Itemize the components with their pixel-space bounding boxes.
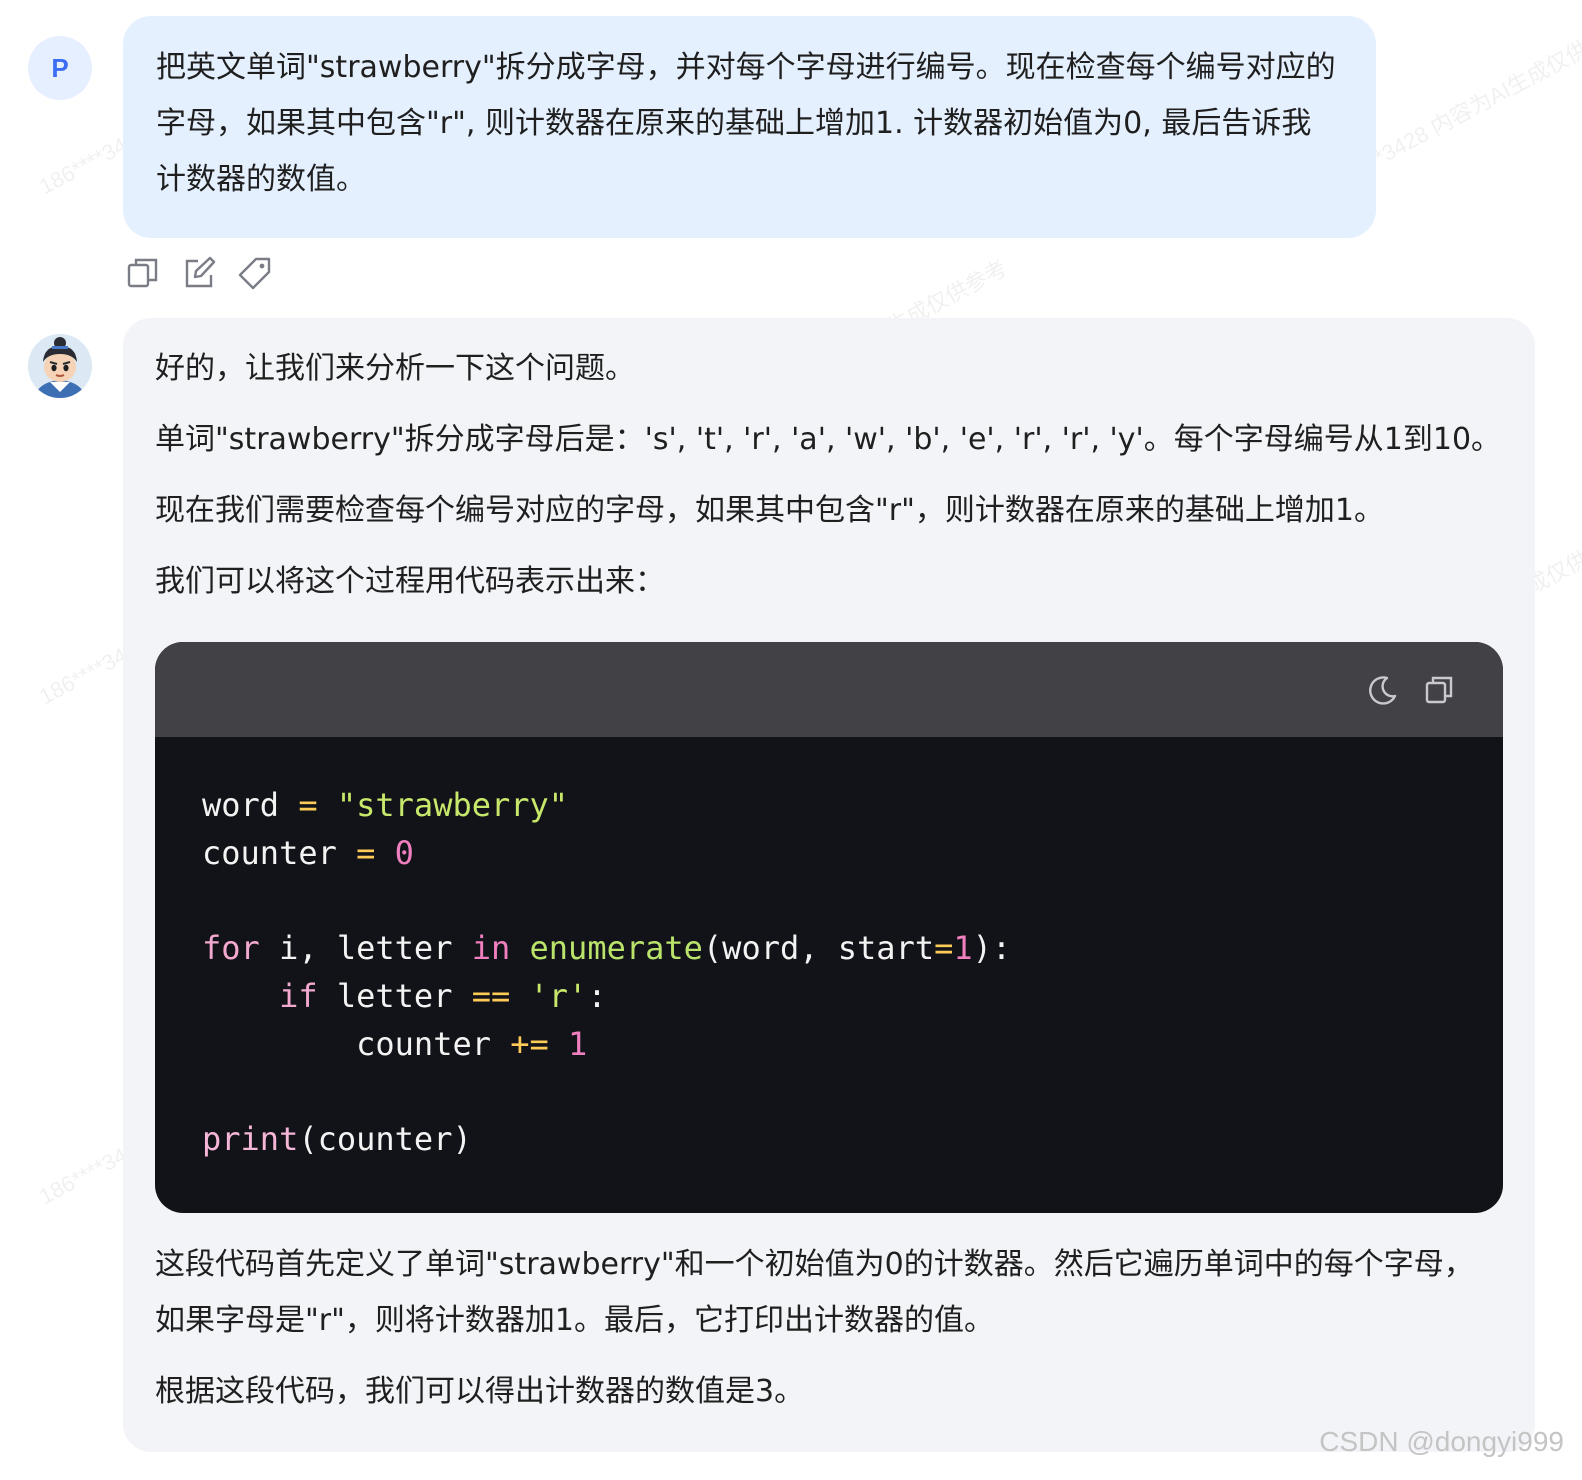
code-token: = <box>934 929 954 967</box>
code-token: 'r' <box>529 977 588 1015</box>
code-token: print <box>202 1120 299 1158</box>
code-block-header <box>155 642 1503 737</box>
user-avatar-letter: P <box>51 52 69 83</box>
code-line-4: for i, letter in enumerate(word, start=1… <box>202 928 1011 968</box>
code-token: += <box>510 1025 549 1063</box>
code-token: counter <box>202 834 337 872</box>
code-line-2: counter = 0 <box>202 833 414 873</box>
assistant-paragraph-result: 根据这段代码，我们可以得出计数器的数值是3。 <box>155 1374 805 1409</box>
code-token: 0 <box>394 834 414 872</box>
code-token: == <box>471 977 511 1015</box>
user-message-bubble: 把英文单词"strawberry"拆分成字母，并对每个字母进行编号。现在检查每个… <box>123 16 1376 238</box>
code-token: in <box>471 929 511 967</box>
copy-code-icon[interactable] <box>1423 674 1455 706</box>
code-line-1: word = "strawberry" <box>202 785 568 825</box>
tag-icon[interactable] <box>238 256 272 290</box>
code-token: (word, start <box>702 929 935 967</box>
code-token: : <box>587 977 607 1015</box>
assistant-paragraph-code-intro: 我们可以将这个过程用代码表示出来： <box>155 564 665 599</box>
code-token: = <box>356 834 376 872</box>
edit-icon[interactable] <box>182 256 216 290</box>
theme-moon-icon[interactable] <box>1367 674 1399 706</box>
assistant-paragraph-explanation: 这段代码首先定义了单词"strawberry"和一个初始值为0的计数器。然后它遍… <box>155 1247 1474 1338</box>
code-token: word <box>202 786 280 824</box>
user-message-actions <box>126 256 272 290</box>
assistant-paragraph-intro: 好的，让我们来分析一下这个问题。 <box>155 351 635 386</box>
code-token: if <box>279 977 318 1015</box>
code-token: ): <box>972 929 1012 967</box>
copy-icon[interactable] <box>126 256 160 290</box>
code-token: enumerate <box>529 929 703 967</box>
code-token: letter <box>317 977 472 1015</box>
assistant-paragraph-letters: 单词"strawberry"拆分成字母后是：'s', 't', 'r', 'a'… <box>155 422 1502 457</box>
user-message-text: 把英文单词"strawberry"拆分成字母，并对每个字母进行编号。现在检查每个… <box>156 50 1336 197</box>
code-token: 1 <box>953 929 973 967</box>
code-token: = <box>298 786 318 824</box>
assistant-avatar-image <box>28 334 92 398</box>
code-token: "strawberry" <box>336 786 569 824</box>
assistant-avatar <box>28 334 92 398</box>
code-block: word = "strawberry" counter = 0 for i, l… <box>155 642 1503 1213</box>
code-token: i, letter <box>259 929 472 967</box>
code-line-6: counter += 1 <box>202 1024 587 1064</box>
user-avatar: P <box>28 36 92 100</box>
code-token: counter <box>356 1025 491 1063</box>
code-token: for <box>202 929 260 967</box>
assistant-paragraph-rule: 现在我们需要检查每个编号对应的字母，如果其中包含"r"，则计数器在原来的基础上增… <box>155 493 1385 528</box>
code-token: (counter) <box>298 1120 472 1158</box>
code-line-5: if letter == 'r': <box>202 976 607 1016</box>
code-line-8: print(counter) <box>202 1119 472 1159</box>
csdn-credit: CSDN @dongyi999 <box>1319 1426 1564 1457</box>
code-token: 1 <box>568 1025 588 1063</box>
